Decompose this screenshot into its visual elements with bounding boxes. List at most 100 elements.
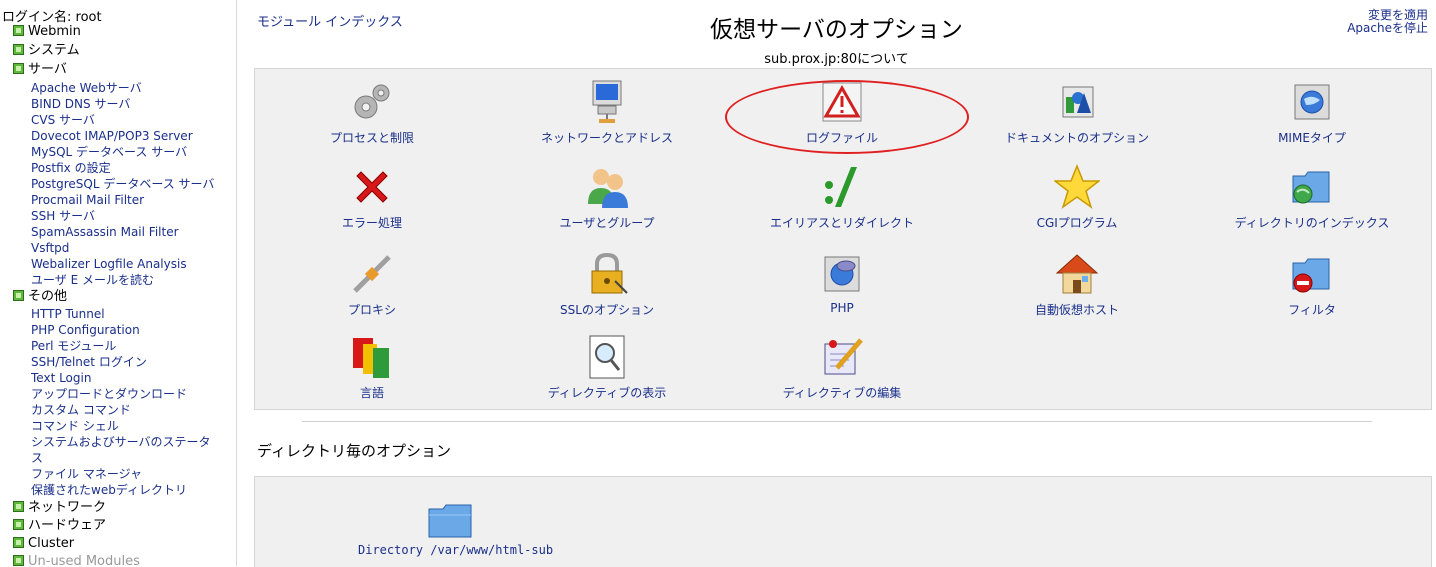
- option-users-groups[interactable]: ユーザとグループ: [517, 164, 697, 231]
- option-process-limits[interactable]: プロセスと制限: [282, 79, 462, 146]
- sidebar-module[interactable]: 保護されたwebディレクトリ: [31, 482, 187, 498]
- house-icon: [1054, 251, 1100, 297]
- divider: [302, 421, 1372, 422]
- page-subtitle: sub.prox.jp:80について: [764, 52, 909, 67]
- sidebar-module[interactable]: HTTP Tunnel: [31, 306, 105, 322]
- proxy-icon: [349, 251, 395, 297]
- collapse-box-icon: [13, 290, 24, 301]
- main-frame: モジュール インデックス 仮想サーバのオプション sub.prox.jp:80に…: [237, 0, 1436, 567]
- users-icon: [584, 164, 630, 210]
- sidebar-module[interactable]: Webalizer Logfile Analysis: [31, 256, 187, 272]
- option-label: プロセスと制限: [329, 131, 414, 145]
- top-right-links: 変更を適用 Apacheを停止: [1347, 9, 1428, 35]
- expand-box-icon: [13, 537, 24, 548]
- option-network-address[interactable]: ネットワークとアドレス: [517, 79, 697, 146]
- option-php[interactable]: PHP: [752, 251, 932, 315]
- sidebar-module[interactable]: MySQL データベース サーバ: [31, 144, 187, 160]
- category-label: Un-used Modules: [28, 554, 140, 566]
- mime-globe-icon: [1289, 79, 1335, 125]
- option-language[interactable]: 言語: [282, 334, 462, 401]
- sidebar-module[interactable]: ファイル マネージャ: [31, 466, 142, 482]
- option-label: SSLのオプション: [560, 303, 654, 317]
- option-label: MIMEタイプ: [1278, 131, 1346, 145]
- option-mime-types[interactable]: MIMEタイプ: [1222, 79, 1402, 146]
- gears-icon: [349, 79, 395, 125]
- sidebar-module[interactable]: Dovecot IMAP/POP3 Server: [31, 128, 193, 144]
- annotation-ellipse: [725, 80, 969, 154]
- sidebar-module[interactable]: SSH サーバ: [31, 208, 95, 224]
- folder-no-entry-icon: [1289, 251, 1335, 297]
- option-label: ドキュメントのオプション: [1004, 131, 1149, 145]
- sidebar-module[interactable]: PHP Configuration: [31, 322, 140, 338]
- sidebar-module[interactable]: CVS サーバ: [31, 112, 95, 128]
- sidebar-module[interactable]: Perl モジュール: [31, 338, 116, 354]
- option-label: PHP: [830, 301, 854, 315]
- category-label: ネットワーク: [28, 500, 107, 515]
- red-x-icon: [349, 164, 395, 210]
- sidebar-module[interactable]: ユーザ E メールを読む: [31, 272, 154, 288]
- category-label: サーバ: [28, 62, 67, 77]
- padlock-icon: [584, 251, 630, 297]
- stop-apache-link[interactable]: Apacheを停止: [1347, 22, 1428, 35]
- sidebar-module[interactable]: PostgreSQL データベース サーバ: [31, 176, 214, 192]
- folder-icon[interactable]: [427, 501, 473, 544]
- option-label: ディレクティブの表示: [547, 386, 667, 400]
- category-hardware[interactable]: ハードウェア: [13, 518, 106, 534]
- option-proxy[interactable]: プロキシ: [282, 251, 462, 318]
- sidebar-module[interactable]: システムおよびサーバのステータ: [31, 434, 211, 450]
- category-webmin[interactable]: Webmin: [13, 24, 81, 40]
- option-label: ネットワークとアドレス: [540, 131, 673, 145]
- sidebar-module[interactable]: Vsftpd: [31, 240, 69, 256]
- expand-box-icon: [13, 25, 24, 36]
- option-document[interactable]: ドキュメントのオプション: [987, 79, 1167, 146]
- sidebar-module[interactable]: アップロードとダウンロード: [31, 386, 187, 402]
- collapse-box-icon: [13, 63, 24, 74]
- category-system[interactable]: システム: [13, 43, 80, 59]
- sidebar-module[interactable]: SSH/Telnet ログイン: [31, 354, 147, 370]
- option-cgi-programs[interactable]: CGIプログラム: [987, 163, 1167, 231]
- option-show-directives[interactable]: ディレクティブの表示: [517, 334, 697, 401]
- option-label: 自動仮想ホスト: [1034, 303, 1119, 317]
- option-alias-redirect[interactable]: エイリアスとリダイレクト: [752, 164, 932, 231]
- option-label: ディレクトリのインデックス: [1234, 216, 1390, 230]
- edit-pencil-icon: [819, 334, 865, 380]
- category-cluster[interactable]: Cluster: [13, 536, 74, 552]
- category-network[interactable]: ネットワーク: [13, 500, 106, 516]
- category-unused[interactable]: Un-used Modules: [13, 554, 140, 566]
- sidebar-module[interactable]: コマンド シェル: [31, 418, 119, 434]
- directory-panel: Directory /var/www/html-sub: [254, 476, 1432, 567]
- sidebar-module[interactable]: Text Login: [31, 370, 91, 386]
- sidebar-module[interactable]: Postfix の設定: [31, 160, 111, 176]
- category-servers[interactable]: サーバ: [13, 62, 67, 78]
- option-label: フィルタ: [1288, 303, 1336, 317]
- option-label: ユーザとグループ: [559, 216, 655, 230]
- option-auto-virtual-host[interactable]: 自動仮想ホスト: [987, 251, 1167, 318]
- expand-box-icon: [13, 501, 24, 512]
- category-others[interactable]: その他: [13, 289, 67, 305]
- option-error-handling[interactable]: エラー処理: [282, 164, 462, 231]
- sidebar-module[interactable]: Apache Webサーバ: [31, 80, 142, 96]
- sidebar-module[interactable]: BIND DNS サーバ: [31, 96, 130, 112]
- category-label: Webmin: [28, 24, 81, 39]
- option-label: 言語: [359, 386, 384, 400]
- category-label: Cluster: [28, 536, 75, 551]
- option-directory-index[interactable]: ディレクトリのインデックス: [1222, 164, 1402, 231]
- option-label: プロキシ: [347, 303, 396, 317]
- star-icon: [1052, 163, 1102, 210]
- sidebar-module[interactable]: カスタム コマンド: [31, 402, 131, 418]
- expand-box-icon: [13, 44, 24, 55]
- php-icon: [819, 251, 865, 297]
- sidebar-module[interactable]: ス: [31, 450, 43, 466]
- sidebar-module[interactable]: Procmail Mail Filter: [31, 192, 144, 208]
- category-label: ハードウェア: [28, 518, 107, 533]
- option-label: エラー処理: [341, 216, 402, 230]
- option-edit-directives[interactable]: ディレクティブの編集: [752, 334, 932, 401]
- option-ssl[interactable]: SSLのオプション: [517, 251, 697, 318]
- magnifier-icon: [584, 334, 630, 380]
- directory-link[interactable]: Directory /var/www/html-sub: [358, 543, 553, 557]
- sidebar-module[interactable]: SpamAssassin Mail Filter: [31, 224, 179, 240]
- category-label: その他: [28, 289, 68, 304]
- category-label: システム: [28, 43, 80, 58]
- expand-box-icon: [13, 519, 24, 530]
- option-filter[interactable]: フィルタ: [1222, 251, 1402, 318]
